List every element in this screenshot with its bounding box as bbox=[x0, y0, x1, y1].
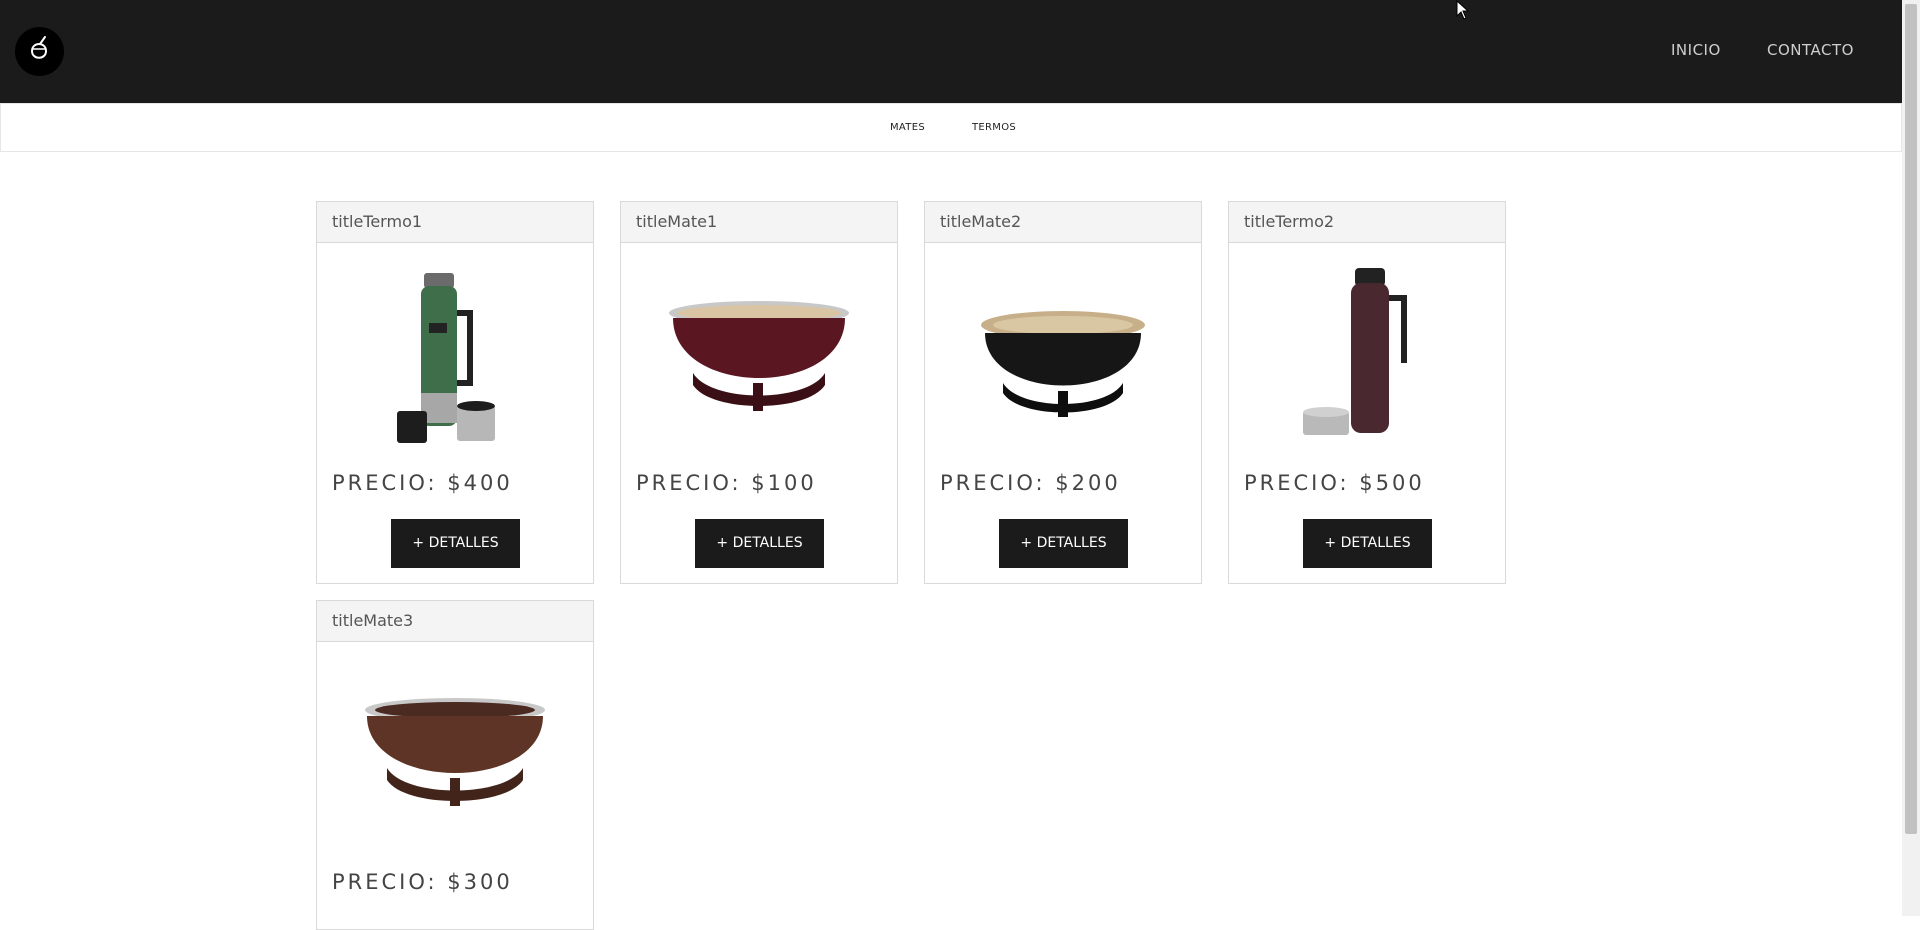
details-button[interactable]: + DETALLES bbox=[1303, 519, 1432, 568]
subnav-termos[interactable]: TERMOS bbox=[972, 122, 1016, 133]
product-title: titleMate2 bbox=[925, 202, 1201, 243]
product-title: titleMate3 bbox=[317, 601, 593, 642]
product-card: titleMate3 PRECIO: $300 bbox=[316, 600, 594, 930]
product-card: titleMate2 PRECIO: $200 + DETALLES bbox=[924, 201, 1202, 584]
details-button[interactable]: + DETALLES bbox=[391, 519, 520, 568]
top-header: INICIO CONTACTO bbox=[0, 0, 1902, 103]
brown-mate-image bbox=[317, 642, 593, 862]
product-title: titleMate1 bbox=[621, 202, 897, 243]
mate-gourd-icon[interactable] bbox=[15, 27, 64, 76]
details-button[interactable]: + DETALLES bbox=[999, 519, 1128, 568]
black-mate-image bbox=[925, 243, 1201, 463]
maroon-thermos-image bbox=[1229, 243, 1505, 463]
product-price: PRECIO: $300 bbox=[332, 870, 513, 894]
product-card: titleMate1 PRECIO: $100 + DETALLES bbox=[620, 201, 898, 584]
scrollbar-thumb[interactable] bbox=[1905, 4, 1917, 834]
nav-inicio[interactable]: INICIO bbox=[1671, 41, 1721, 59]
details-button[interactable]: + DETALLES bbox=[695, 519, 824, 568]
product-price: PRECIO: $100 bbox=[636, 471, 817, 495]
product-card: titleTermo1 PRECIO: $400 + DETALLES bbox=[316, 201, 594, 584]
green-thermos-image bbox=[317, 243, 593, 463]
nav-contacto[interactable]: CONTACTO bbox=[1767, 41, 1854, 59]
product-price: PRECIO: $500 bbox=[1244, 471, 1425, 495]
product-title: titleTermo1 bbox=[317, 202, 593, 243]
product-title: titleTermo2 bbox=[1229, 202, 1505, 243]
category-subnav: MATES TERMOS bbox=[0, 103, 1902, 152]
product-card: titleTermo2 PRECIO: $500 + DETALLES bbox=[1228, 201, 1506, 584]
mouse-cursor-icon bbox=[1456, 0, 1470, 24]
page-scrollbar[interactable] bbox=[1902, 0, 1920, 916]
product-price: PRECIO: $200 bbox=[940, 471, 1121, 495]
burgundy-mate-image bbox=[621, 243, 897, 463]
subnav-mates[interactable]: MATES bbox=[890, 122, 925, 133]
product-price: PRECIO: $400 bbox=[332, 471, 513, 495]
